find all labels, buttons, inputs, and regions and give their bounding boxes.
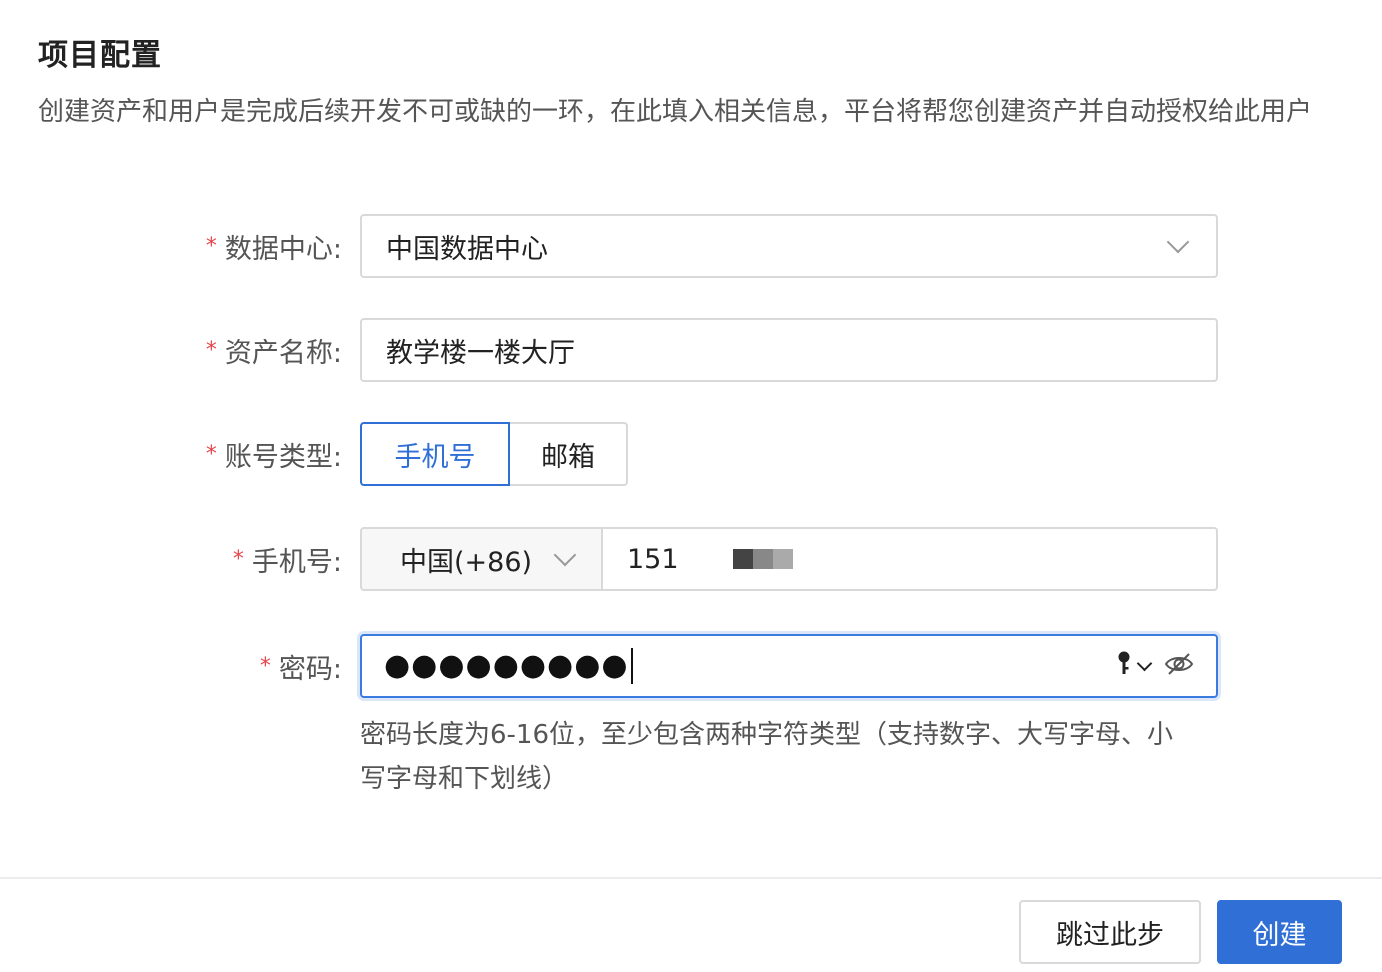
project-config-dialog: 项目配置 创建资产和用户是完成后续开发不可或缺的一环，在此填入相关信息，平台将帮… [0, 0, 1382, 972]
password-value: ●●●●●●●●● [362, 648, 633, 685]
country-code-value: 中国(+86) [400, 546, 533, 578]
account-type-row: * 账号类型: 手机号 邮箱 [0, 422, 1382, 486]
required-mark: * [259, 653, 271, 679]
chevron-down-icon[interactable] [1136, 655, 1153, 671]
asset-name-label-text: 资产名称: [224, 337, 342, 369]
skip-button[interactable]: 跳过此步 [1019, 900, 1201, 964]
password-hint: 密码长度为6-16位，至少包含两种字符类型（支持数字、大写字母、小写字母和下划线… [360, 720, 1174, 794]
asset-name-row: * 资产名称: 教学楼一楼大厅 [0, 318, 1382, 382]
phone-label: * 手机号: [233, 527, 342, 591]
chevron-down-icon [1166, 230, 1190, 254]
eye-off-icon[interactable] [1164, 651, 1194, 681]
page-description: 创建资产和用户是完成后续开发不可或缺的一环，在此填入相关信息，平台将帮您创建资产… [38, 97, 1313, 127]
account-type-email-option[interactable]: 邮箱 [510, 422, 628, 486]
text-caret [630, 648, 633, 685]
password-icons [1117, 650, 1194, 682]
required-mark: * [205, 233, 217, 259]
datacenter-select[interactable]: 中国数据中心 [360, 214, 1218, 278]
phone-label-text: 手机号: [251, 546, 342, 578]
account-type-label-text: 账号类型: [224, 441, 342, 473]
datacenter-row: * 数据中心: 中国数据中心 [0, 214, 1382, 278]
password-label: * 密码: [260, 634, 342, 698]
account-type-phone-option[interactable]: 手机号 [360, 422, 510, 486]
asset-name-label: * 资产名称: [206, 318, 342, 382]
phone-value: 151 [627, 543, 679, 575]
phone-field-group: 中国(+86) 151 [360, 527, 1218, 591]
required-mark: * [205, 441, 217, 467]
password-dots: ●●●●●●●●● [384, 647, 629, 683]
asset-name-input[interactable]: 教学楼一楼大厅 [360, 318, 1218, 382]
datacenter-label-text: 数据中心: [224, 233, 342, 265]
key-icon[interactable] [1117, 650, 1131, 682]
password-label-text: 密码: [278, 653, 342, 685]
account-type-label: * 账号类型: [206, 422, 342, 486]
datacenter-value: 中国数据中心 [386, 233, 548, 265]
required-mark: * [205, 337, 217, 363]
create-button[interactable]: 创建 [1217, 900, 1342, 964]
page-title: 项目配置 [38, 38, 162, 73]
phone-row: * 手机号: 中国(+86) 151 [0, 527, 1382, 591]
redacted-mask [732, 549, 793, 569]
footer-divider [0, 877, 1382, 879]
password-input[interactable]: ●●●●●●●●● [360, 634, 1218, 698]
chevron-down-icon [553, 543, 577, 567]
account-type-segmented: 手机号 邮箱 [360, 422, 628, 486]
country-code-select[interactable]: 中国(+86) [360, 527, 603, 591]
required-mark: * [232, 546, 244, 572]
asset-name-value: 教学楼一楼大厅 [386, 337, 575, 369]
phone-input[interactable]: 151 [603, 527, 1218, 591]
datacenter-label: * 数据中心: [206, 214, 342, 278]
password-row: * 密码: ●●●●●●●●● [0, 634, 1382, 698]
